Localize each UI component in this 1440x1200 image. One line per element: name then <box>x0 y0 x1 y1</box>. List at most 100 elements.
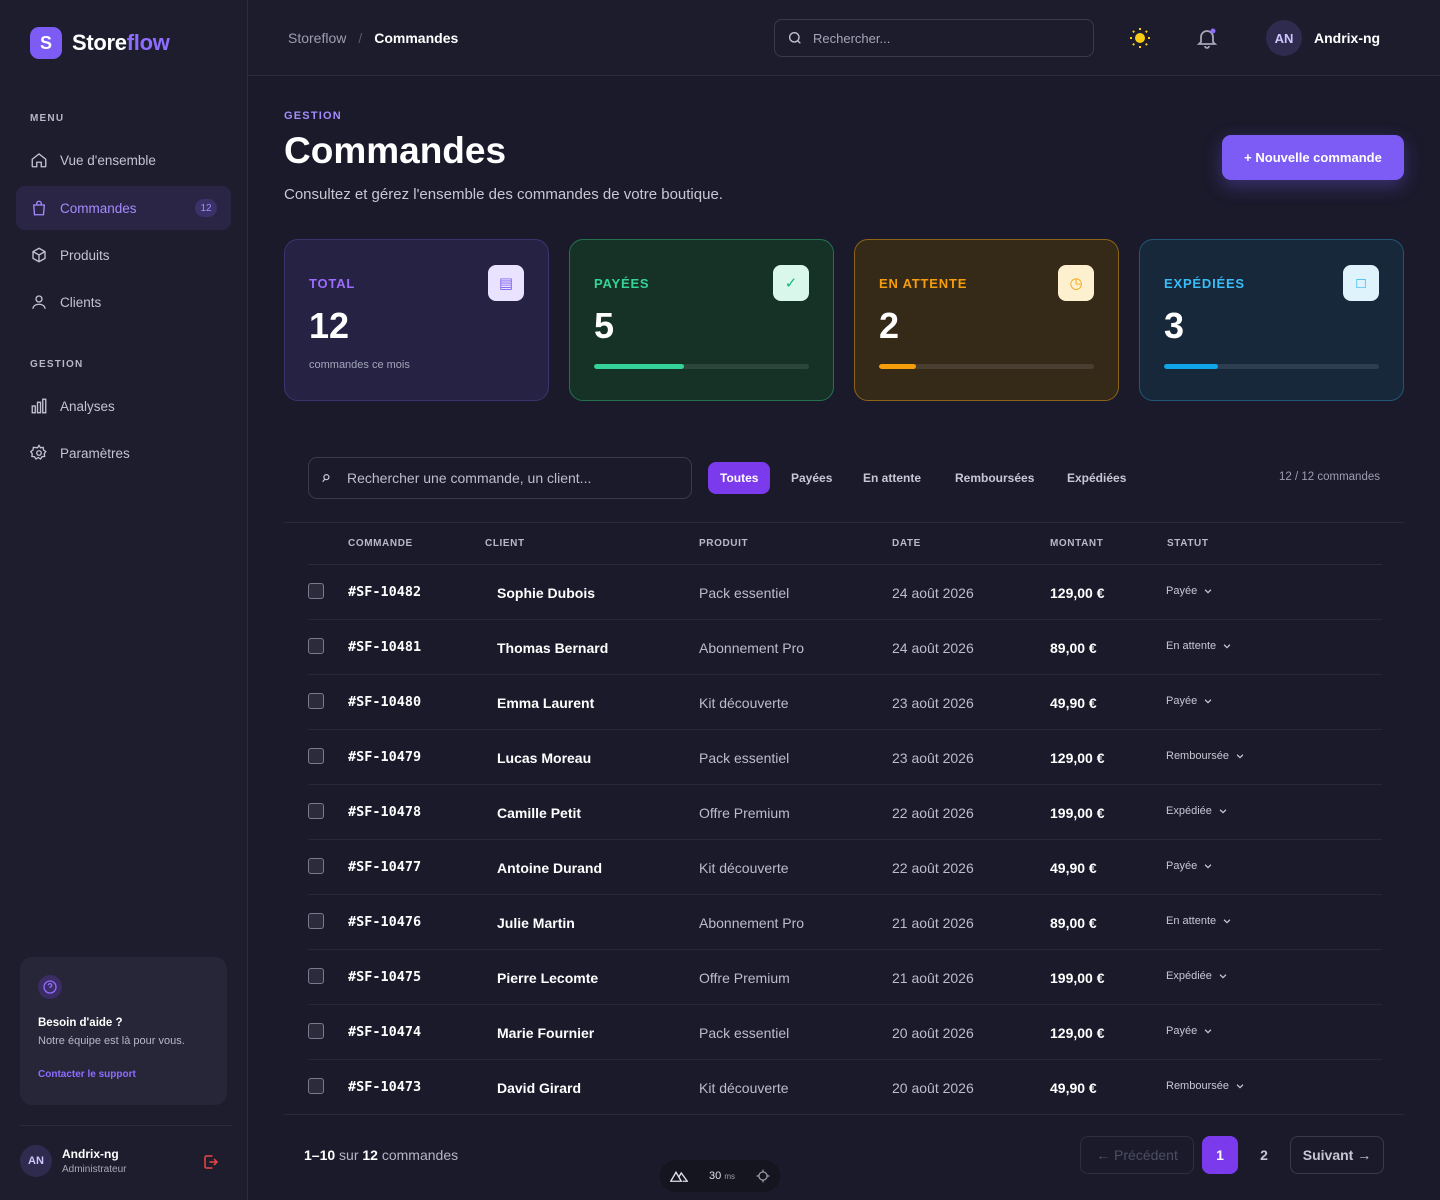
chevron-down-icon <box>1219 974 1227 979</box>
status-dropdown[interactable]: En attente <box>1166 915 1232 927</box>
order-id[interactable]: #SF-10481 <box>348 639 421 655</box>
chevron-down-icon <box>1236 1084 1244 1089</box>
sidebar-user[interactable]: AN Andrix-ng Administrateur <box>20 1145 126 1177</box>
table-row[interactable]: #SF-10475 Pierre Lecomte Offre Premium 21 a… <box>308 950 1382 1005</box>
order-id[interactable]: #SF-10478 <box>348 804 421 820</box>
order-id[interactable]: #SF-10475 <box>348 969 421 985</box>
status-dropdown[interactable]: Payée <box>1166 860 1213 872</box>
filter-chip-shipped[interactable]: Expédiées <box>1055 462 1138 494</box>
gear-icon <box>30 444 47 460</box>
result-count: 12 / 12 commandes <box>1278 471 1380 483</box>
filter-chip-paid[interactable]: Payées <box>779 462 844 494</box>
order-id[interactable]: #SF-10479 <box>348 749 421 765</box>
sidebar-item-orders[interactable]: Commandes 12 <box>16 186 231 230</box>
status-dropdown[interactable]: Expédiée <box>1166 970 1228 982</box>
order-amount: 129,00 € <box>1050 750 1105 766</box>
table-row[interactable]: #SF-10477 Antoine Durand Kit découverte 22 … <box>308 840 1382 895</box>
home-icon <box>31 153 47 168</box>
sidebar-item-clients[interactable]: Clients <box>16 280 231 324</box>
order-id[interactable]: #SF-10482 <box>348 584 421 600</box>
avatar: AN <box>20 1145 52 1177</box>
order-search-input[interactable]: Rechercher une commande, un client... <box>308 457 692 499</box>
row-checkbox[interactable] <box>308 968 324 984</box>
filter-chip-refunded[interactable]: Remboursées <box>943 462 1046 494</box>
row-checkbox[interactable] <box>308 693 324 709</box>
column-header-date[interactable]: DATE <box>892 538 921 549</box>
progress-fill <box>879 364 916 369</box>
stat-note: commandes ce mois <box>309 359 410 371</box>
filter-chip-all[interactable]: Toutes <box>708 462 771 494</box>
status-dropdown[interactable]: Expédiée <box>1166 805 1228 817</box>
order-amount: 49,90 € <box>1050 695 1097 711</box>
client-name: Thomas Bernard <box>497 640 609 656</box>
order-amount: 129,00 € <box>1050 1025 1105 1041</box>
order-date: 23 août 2026 <box>892 695 974 711</box>
dev-toolbar[interactable]: 30 ms <box>660 1160 780 1192</box>
row-checkbox[interactable] <box>308 913 324 929</box>
list-icon: ▤ <box>488 265 524 301</box>
status-dropdown[interactable]: Remboursée <box>1166 750 1245 762</box>
column-header-order[interactable]: COMMANDE <box>348 538 413 549</box>
order-date: 21 août 2026 <box>892 915 974 931</box>
table-row[interactable]: #SF-10474 Marie Fournier Pack essentiel 20 … <box>308 1005 1382 1060</box>
table-row[interactable]: #SF-10479 Lucas Moreau Pack essentiel 23 ao… <box>308 730 1382 785</box>
row-checkbox[interactable] <box>308 638 324 654</box>
sidebar-item-analytics[interactable]: Analyses <box>16 384 231 428</box>
global-search-input[interactable]: Rechercher... <box>774 19 1094 57</box>
table-row[interactable]: #SF-10480 Emma Laurent Kit découverte 23 ao… <box>308 675 1382 730</box>
table-row[interactable]: #SF-10473 David Girard Kit découverte 20 ao… <box>308 1060 1382 1115</box>
progress-fill <box>1164 364 1218 369</box>
topbar-user-menu[interactable]: AN Andrix-ng <box>1266 20 1380 56</box>
status-dropdown[interactable]: Remboursée <box>1166 1080 1245 1092</box>
bell-icon[interactable] <box>1195 26 1219 50</box>
sidebar-item-label: Clients <box>60 294 102 310</box>
order-id[interactable]: #SF-10473 <box>348 1079 421 1095</box>
sidebar-item-overview[interactable]: Vue d'ensemble <box>16 138 231 182</box>
client-name: Pierre Lecomte <box>497 970 599 986</box>
sidebar-item-settings[interactable]: Paramètres <box>16 431 231 475</box>
row-checkbox[interactable] <box>308 748 324 764</box>
row-checkbox[interactable] <box>308 1023 324 1039</box>
order-id[interactable]: #SF-10474 <box>348 1024 421 1040</box>
column-header-client[interactable]: CLIENT <box>485 538 525 549</box>
order-id[interactable]: #SF-10477 <box>348 859 421 875</box>
row-checkbox[interactable] <box>308 583 324 599</box>
next-page-button[interactable]: Suivant → <box>1290 1136 1384 1174</box>
order-id[interactable]: #SF-10480 <box>348 694 421 710</box>
status-dropdown[interactable]: En attente <box>1166 640 1232 652</box>
logo[interactable]: S Storeflow <box>30 27 170 59</box>
status-dropdown[interactable]: Payée <box>1166 1025 1213 1037</box>
table-row[interactable]: #SF-10481 Thomas Bernard Abonnement Pro 24 … <box>308 620 1382 675</box>
progress-track <box>1164 364 1379 369</box>
row-checkbox[interactable] <box>308 803 324 819</box>
filter-chip-pending[interactable]: En attente <box>851 462 933 494</box>
stat-card-pending: EN ATTENTE 2 ◷ <box>854 239 1119 401</box>
breadcrumb: Storeflow / Commandes <box>288 30 458 46</box>
sidebar-item-products[interactable]: Produits <box>16 233 231 277</box>
new-order-button[interactable]: + Nouvelle commande <box>1222 135 1404 180</box>
page-button-2[interactable]: 2 <box>1246 1136 1282 1174</box>
row-checkbox[interactable] <box>308 858 324 874</box>
contact-support-link[interactable]: Contacter le support <box>38 1069 209 1080</box>
table-row[interactable]: #SF-10478 Camille Petit Offre Premium 22 ao… <box>308 785 1382 840</box>
status-dropdown[interactable]: Payée <box>1166 585 1213 597</box>
column-header-product[interactable]: PRODUIT <box>699 538 748 549</box>
order-id[interactable]: #SF-10476 <box>348 914 421 930</box>
status-label: Payée <box>1166 585 1198 597</box>
column-header-status[interactable]: STATUT <box>1167 538 1209 549</box>
progress-track <box>594 364 809 369</box>
stat-card-paid: PAYÉES 5 ✓ <box>569 239 834 401</box>
breadcrumb-root[interactable]: Storeflow <box>288 30 346 46</box>
status-label: Expédiée <box>1166 970 1212 982</box>
page-button-1[interactable]: 1 <box>1202 1136 1238 1174</box>
user-role: Administrateur <box>62 1164 127 1175</box>
product-name: Offre Premium <box>699 970 790 986</box>
row-checkbox[interactable] <box>308 1078 324 1094</box>
logout-icon[interactable] <box>202 1153 220 1171</box>
column-header-amount[interactable]: MONTANT <box>1050 538 1103 549</box>
previous-page-button[interactable]: ← Précédent <box>1080 1136 1194 1174</box>
sun-icon[interactable] <box>1128 26 1152 50</box>
table-row[interactable]: #SF-10482 Sophie Dubois Pack essentiel 24 a… <box>308 565 1382 620</box>
table-row[interactable]: #SF-10476 Julie Martin Abonnement Pro 21 ao… <box>308 895 1382 950</box>
status-dropdown[interactable]: Payée <box>1166 695 1213 707</box>
